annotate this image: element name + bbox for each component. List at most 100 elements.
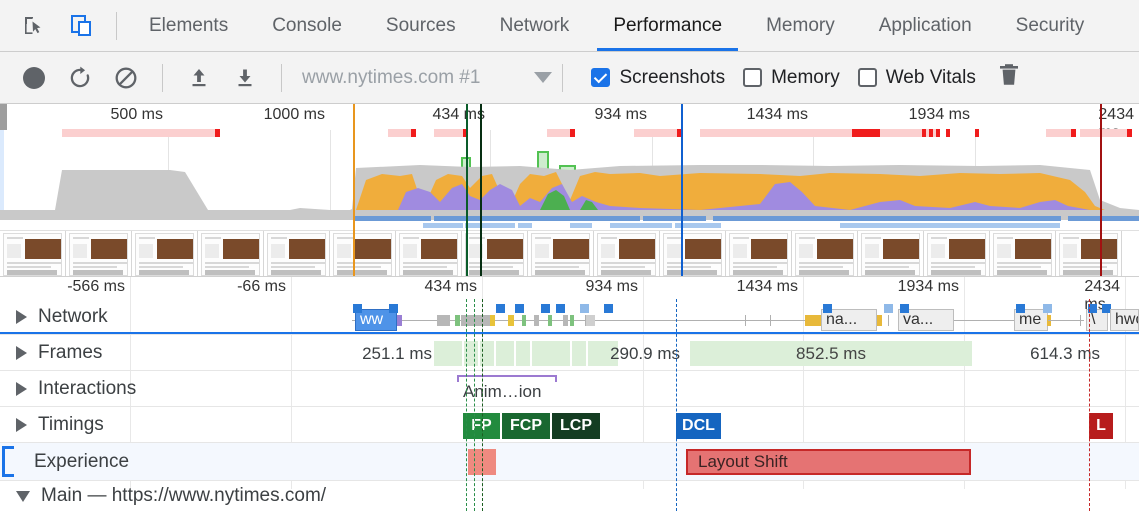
screenshots-label: Screenshots (619, 67, 725, 89)
chevron-right-icon[interactable] (16, 346, 27, 360)
network-priority-marker (900, 304, 909, 313)
layout-shift-event[interactable]: Layout Shift (686, 449, 971, 475)
overview-frames-strip (0, 216, 1139, 230)
screenshot-thumbnail (135, 233, 194, 276)
overview-frame-bar-light (840, 223, 1060, 228)
timing-marker-fcp[interactable]: FCP (502, 413, 550, 439)
overview-frame-bar (643, 216, 706, 221)
filmstrip-frame[interactable] (792, 231, 858, 277)
overview-frame-bar-light (465, 223, 515, 228)
screenshot-thumbnail (927, 233, 986, 276)
filmstrip-frame[interactable] (858, 231, 924, 277)
track-header-experience[interactable]: Experience (0, 443, 348, 480)
chevron-right-icon[interactable] (16, 382, 27, 396)
track-main[interactable]: Main — https://www.nytimes.com/ (0, 481, 1139, 511)
filmstrip-frame[interactable] (1056, 231, 1122, 277)
tab-network[interactable]: Network (478, 0, 592, 51)
filmstrip-frame[interactable] (198, 231, 264, 277)
filmstrip-frame[interactable] (594, 231, 660, 277)
memory-checkbox[interactable]: Memory (743, 67, 840, 89)
tab-security[interactable]: Security (994, 0, 1107, 51)
timing-marker-lcp[interactable]: LCP (552, 413, 600, 439)
checkbox-indicator (591, 68, 610, 87)
chevron-right-icon[interactable] (16, 418, 27, 432)
filmstrip-frame[interactable] (132, 231, 198, 277)
clear-button[interactable] (106, 58, 146, 98)
track-timings[interactable]: Timings FP FCP LCP DCL L (0, 407, 1139, 443)
frame-box[interactable]: 852.5 ms (690, 341, 972, 366)
frame-box[interactable] (516, 341, 530, 366)
animation-bracket[interactable] (457, 375, 557, 382)
timeline-flame-chart[interactable]: -566 ms -66 ms 434 ms 934 ms 1434 ms 193… (0, 277, 1139, 511)
filmstrip-frame[interactable] (66, 231, 132, 277)
screenshot-thumbnail (201, 233, 260, 276)
track-network[interactable]: Network ww na... va... (0, 299, 1139, 335)
track-frames[interactable]: Frames 251.1 ms 290.9 ms 852.5 ms 614.3 … (0, 335, 1139, 371)
filmstrip-frame[interactable] (924, 231, 990, 277)
filmstrip-frame[interactable] (462, 231, 528, 277)
track-experience[interactable]: Experience Layout Shift (0, 443, 1139, 481)
overview-frame-bar-light (423, 223, 463, 228)
track-header-interactions[interactable]: Interactions (0, 371, 348, 406)
timing-marker-onload[interactable]: L (1089, 413, 1113, 439)
timeline-tick: 1934 ms (898, 278, 964, 296)
device-toolbar-icon[interactable] (62, 6, 102, 46)
inspect-element-icon[interactable] (14, 6, 54, 46)
track-header-timings[interactable]: Timings (0, 407, 348, 442)
fp-guideline (474, 299, 475, 511)
tab-memory[interactable]: Memory (744, 0, 857, 51)
filmstrip-frame[interactable] (0, 231, 66, 277)
frame-box[interactable] (532, 341, 570, 366)
frame-duration-label: 290.9 ms (600, 341, 680, 366)
track-label: Timings (38, 414, 104, 436)
timing-marker-dcl[interactable]: DCL (676, 413, 721, 439)
screenshot-thumbnail (531, 233, 590, 276)
tab-performance[interactable]: Performance (591, 0, 744, 51)
tab-application[interactable]: Application (857, 0, 994, 51)
filmstrip-frame[interactable] (528, 231, 594, 277)
track-header-frames[interactable]: Frames (0, 335, 348, 370)
network-priority-marker (580, 304, 589, 313)
network-phase-bar (534, 315, 539, 326)
fcp-guideline (466, 299, 467, 511)
filmstrip-frame[interactable] (726, 231, 792, 277)
trash-icon[interactable] (998, 63, 1020, 92)
screenshots-checkbox[interactable]: Screenshots (591, 67, 725, 89)
track-label: Interactions (38, 378, 136, 400)
timeline-ruler[interactable]: -566 ms -66 ms 434 ms 934 ms 1434 ms 193… (0, 277, 1139, 299)
screenshot-thumbnail (795, 233, 854, 276)
web-vitals-checkbox[interactable]: Web Vitals (858, 67, 976, 89)
track-header-main[interactable]: Main — https://www.nytimes.com/ (0, 481, 480, 511)
track-header-network[interactable]: Network (0, 299, 348, 334)
filmstrip-frame[interactable] (660, 231, 726, 277)
tab-sources[interactable]: Sources (364, 0, 478, 51)
network-tick (888, 315, 889, 326)
filmstrip-frame[interactable] (330, 231, 396, 277)
chevron-right-icon[interactable] (16, 310, 27, 324)
overview-frame-bar-light (570, 223, 592, 228)
control-divider-2 (281, 64, 282, 92)
save-profile-icon[interactable] (225, 58, 265, 98)
chevron-down-icon[interactable] (534, 72, 552, 83)
load-profile-icon[interactable] (179, 58, 219, 98)
overview-request (434, 129, 468, 137)
filmstrip-frame[interactable] (264, 231, 330, 277)
frame-box[interactable] (434, 341, 462, 366)
frame-box[interactable] (496, 341, 514, 366)
tab-label: Performance (613, 15, 722, 37)
screenshot-thumbnail (861, 233, 920, 276)
network-request[interactable]: hwo (1110, 309, 1139, 331)
filmstrip-frame[interactable] (396, 231, 462, 277)
tab-elements[interactable]: Elements (127, 0, 250, 51)
track-interactions[interactable]: Interactions Anim…ion (0, 371, 1139, 407)
tab-bar-icon-group (0, 0, 106, 51)
network-priority-marker (1043, 304, 1052, 313)
chevron-down-icon[interactable] (16, 491, 30, 502)
tab-console[interactable]: Console (250, 0, 364, 51)
record-button[interactable] (14, 58, 54, 98)
filmstrip-frame[interactable] (990, 231, 1056, 277)
filmstrip[interactable] (0, 230, 1139, 277)
timeline-overview[interactable]: 500 ms 1000 ms 434 ms 934 ms 1434 ms 193… (0, 104, 1139, 277)
reload-and-profile-button[interactable] (60, 58, 100, 98)
frame-box[interactable] (572, 341, 586, 366)
